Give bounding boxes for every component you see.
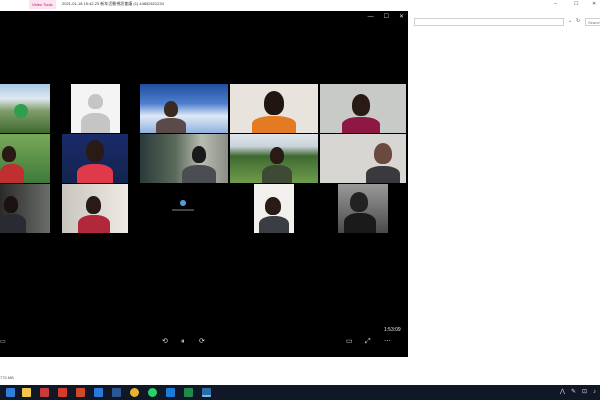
participant-face <box>2 146 16 162</box>
participant-body <box>77 164 113 183</box>
green-orb-background <box>14 104 28 118</box>
logo-caption <box>172 209 194 211</box>
powerpoint-icon[interactable] <box>40 388 49 397</box>
participant-body <box>252 116 296 133</box>
video-tile-landscape <box>0 84 50 133</box>
tray-chevron-icon[interactable]: ⋀ <box>560 387 565 397</box>
network-icon[interactable]: ⊡ <box>582 387 587 397</box>
edge-icon[interactable] <box>166 388 175 397</box>
participant-face <box>270 147 284 164</box>
participant-face <box>265 197 281 215</box>
refresh-icon[interactable]: ↻ <box>576 18 580 24</box>
participant-body <box>0 164 24 183</box>
status-file-size: 775 MB <box>0 375 14 380</box>
video-tile-participant <box>62 184 128 233</box>
maximize-icon[interactable]: ☐ <box>384 13 389 21</box>
media-player-icon[interactable] <box>202 388 211 397</box>
close-icon[interactable]: ✕ <box>592 1 596 7</box>
video-tile-bookshelf <box>140 134 228 183</box>
windows-start-icon[interactable] <box>6 388 15 397</box>
app-icon[interactable] <box>76 388 85 397</box>
subtitle-icon[interactable]: ▭ <box>0 338 6 346</box>
system-tray: ⋀ ✎ ⊡ ♪ <box>560 387 596 397</box>
chrome-icon[interactable] <box>130 388 139 397</box>
participant-body <box>366 166 400 183</box>
participant-body <box>0 214 26 233</box>
video-tile-field <box>230 134 318 183</box>
taskbar: ⋀ ✎ ⊡ ♪ <box>0 385 600 400</box>
forward-icon[interactable]: ⟳ <box>199 338 205 346</box>
avatar-icon <box>88 94 103 109</box>
video-tile-participant <box>62 134 128 183</box>
video-tile-participant <box>320 134 406 183</box>
video-player-window: — ☐ ✕ 1:53:09 ⟲ ⏸ ⟳ ▭ ⤢ ⋯ ▭ <box>0 11 408 357</box>
close-icon[interactable]: ✕ <box>399 13 404 21</box>
pause-icon[interactable]: ⏸ <box>181 338 185 346</box>
participant-body <box>344 213 376 233</box>
participant-face <box>164 101 178 117</box>
video-tile-logo <box>140 184 228 233</box>
pen-icon[interactable]: ✎ <box>571 387 576 397</box>
more-options-icon[interactable]: ⋯ <box>384 338 391 346</box>
edge-icon[interactable] <box>94 388 103 397</box>
minimize-icon[interactable]: — <box>368 13 374 21</box>
explorer-window-controls: – ☐ ✕ <box>410 0 600 12</box>
participant-face <box>352 94 370 116</box>
search-input[interactable]: Search 2021 <box>585 18 600 26</box>
volume-icon[interactable]: ♪ <box>593 387 596 397</box>
zoom-logo-icon <box>180 200 186 206</box>
participant-body <box>342 117 380 133</box>
chevron-down-icon[interactable]: ⌄ <box>568 18 572 24</box>
participant-body <box>262 165 292 183</box>
video-tile-bw <box>338 184 388 233</box>
video-tile-sky <box>140 84 228 133</box>
participant-body <box>259 216 289 233</box>
video-tile-participant <box>0 184 50 233</box>
ribbon-tab-video-tools[interactable]: Video Tools <box>29 0 56 9</box>
participant-body <box>182 165 216 183</box>
participant-face <box>192 146 206 163</box>
fullscreen-icon[interactable]: ⤢ <box>365 338 371 346</box>
rewind-icon[interactable]: ⟲ <box>162 338 168 346</box>
participant-body <box>156 118 186 133</box>
video-tile-participant <box>0 134 50 183</box>
participant-face <box>374 143 392 164</box>
excel-icon[interactable] <box>184 388 193 397</box>
participant-body <box>78 215 110 233</box>
video-tile-participant <box>254 184 294 233</box>
participant-face <box>350 192 368 212</box>
participant-face <box>264 91 284 115</box>
explorer-window-title: 2021-01-18 15:42.23 新年活動視訊會議 (1) 4465262… <box>62 1 164 6</box>
maximize-icon[interactable]: ☐ <box>574 1 578 7</box>
participant-face <box>86 196 101 214</box>
miniplayer-icon[interactable]: ▭ <box>346 338 353 346</box>
video-timestamp: 1:53:09 <box>384 327 401 333</box>
whatsapp-icon[interactable] <box>148 388 157 397</box>
participant-face <box>86 140 104 162</box>
acrobat-icon[interactable] <box>58 388 67 397</box>
minimize-icon[interactable]: – <box>554 1 557 7</box>
address-row: ⌄ ↻ Search 2021 <box>410 18 600 27</box>
video-tile-avatar-placeholder <box>71 84 120 133</box>
participant-face <box>4 196 18 213</box>
file-explorer-icon[interactable] <box>22 388 31 397</box>
word-icon[interactable] <box>112 388 121 397</box>
address-bar[interactable] <box>414 18 564 26</box>
video-tile-participant <box>320 84 406 133</box>
player-window-controls: — ☐ ✕ <box>368 13 404 21</box>
video-tile-participant <box>230 84 318 133</box>
avatar-body <box>81 113 110 133</box>
